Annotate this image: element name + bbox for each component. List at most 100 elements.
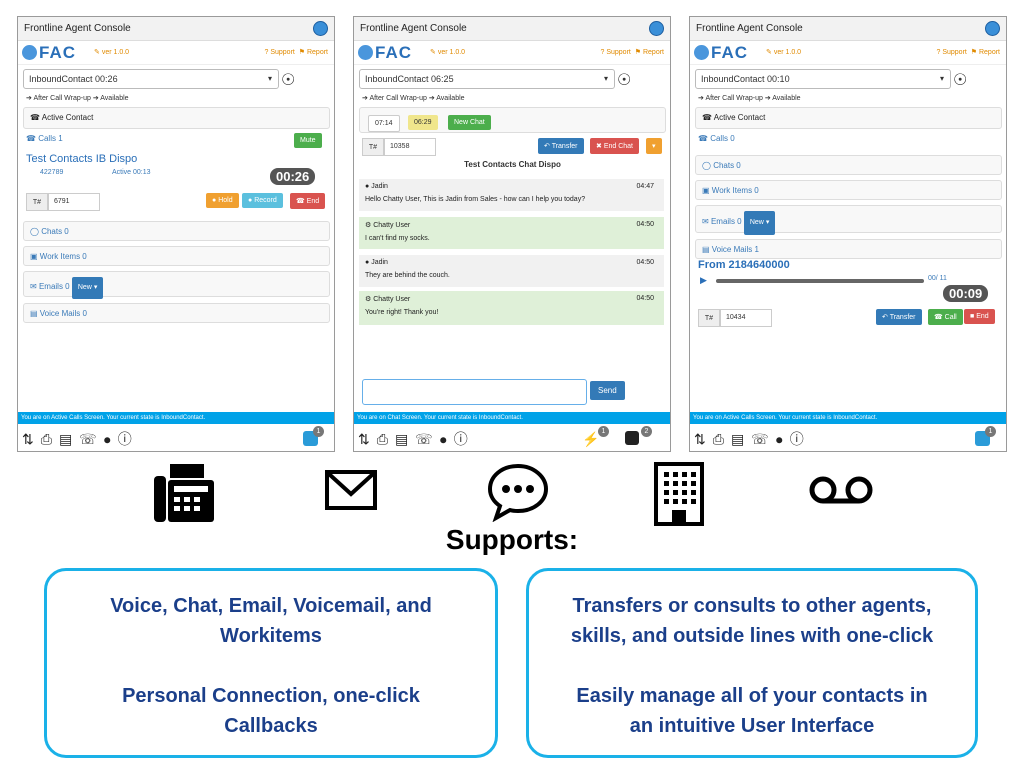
chats-section[interactable]: ◯ Chats 0 bbox=[695, 155, 1002, 175]
fax-icon[interactable]: ⎙ bbox=[41, 431, 52, 447]
contact-card-icon[interactable]: ▤ bbox=[395, 431, 408, 447]
user-icon[interactable]: ☉ bbox=[617, 70, 631, 90]
support-report-links[interactable]: ? Support ⚑ Report bbox=[936, 48, 1000, 56]
state-select[interactable]: InboundContact 00:26 bbox=[23, 69, 279, 89]
contact-name: Test Contacts IB Dispo bbox=[26, 153, 138, 165]
user-icon[interactable]: ☉ bbox=[281, 70, 295, 90]
voicemail-icon bbox=[809, 476, 873, 504]
contact-card-icon[interactable]: ▤ bbox=[731, 431, 744, 447]
active-time: Active 00:13 bbox=[112, 169, 151, 176]
transfer-button[interactable]: ↶ Transfer bbox=[538, 138, 584, 154]
fax-icon bbox=[154, 464, 214, 522]
calls-header[interactable]: ☎ Calls 1 bbox=[26, 134, 63, 143]
footer-toolbar: ⇅ ⎙ ▤ ☏ ⦁ ⓘ bbox=[18, 425, 334, 453]
sort-icon[interactable]: ⇅ bbox=[22, 431, 34, 447]
sort-icon[interactable]: ⇅ bbox=[694, 431, 706, 447]
chat-message: ● Jadin 04:47 Hello Chatty User, This is J… bbox=[359, 179, 664, 211]
t-label: T# bbox=[26, 193, 48, 211]
info-icon[interactable]: ⓘ bbox=[118, 431, 132, 447]
fax-icon[interactable]: ⎙ bbox=[713, 431, 724, 447]
contact-card-icon[interactable]: ▤ bbox=[59, 431, 72, 447]
chat-tab-2[interactable]: 06:29 bbox=[408, 115, 438, 130]
state-options[interactable]: ➔ After Call Wrap-up ➔ Available bbox=[26, 94, 129, 102]
t-label: T# bbox=[362, 138, 384, 156]
notification-badge: 2 bbox=[641, 426, 652, 437]
state-options[interactable]: ➔ After Call Wrap-up ➔ Available bbox=[362, 94, 465, 102]
playback-time: 00/ 11 bbox=[928, 275, 947, 282]
chat-tab-1[interactable]: 07:14 bbox=[368, 115, 400, 132]
globe-icon[interactable] bbox=[313, 21, 328, 36]
t-number-field[interactable]: 10358 bbox=[384, 138, 436, 156]
end-call-button[interactable]: ☎ End bbox=[290, 193, 326, 209]
window-title: Frontline Agent Console bbox=[354, 17, 670, 41]
chat-bubble-icon bbox=[487, 463, 549, 522]
info-icon[interactable]: ⓘ bbox=[790, 431, 804, 447]
voice-mails-section[interactable]: ▤ Voice Mails 1 bbox=[695, 239, 1002, 259]
lightning-icon[interactable]: ⚡ bbox=[582, 431, 599, 448]
calls-header[interactable]: ☎ Calls 0 bbox=[698, 134, 735, 143]
end-chat-button[interactable]: ✖ End Chat bbox=[590, 138, 639, 154]
emails-section[interactable]: ✉ Emails 0 New ▾ bbox=[695, 205, 1002, 235]
title-text: Frontline Agent Console bbox=[24, 23, 131, 34]
feature-box-channels: Voice, Chat, Email, Voicemail, and Workit… bbox=[44, 568, 498, 758]
agent-console-calls-panel: Frontline Agent Console FAC ✎ ver 1.0.0 ? … bbox=[17, 16, 335, 452]
playback-progress[interactable] bbox=[716, 279, 924, 283]
globe-logo-icon bbox=[694, 45, 709, 60]
info-icon[interactable]: ⓘ bbox=[454, 431, 468, 447]
phone-icon[interactable]: ☏ bbox=[79, 431, 97, 447]
voicemail-timer: 00:09 bbox=[943, 285, 989, 302]
phone-icon[interactable]: ☏ bbox=[751, 431, 769, 447]
feature-box-transfers: Transfers or consults to other agents, sk… bbox=[526, 568, 978, 758]
phone-badge-icon[interactable] bbox=[625, 431, 639, 445]
end-button[interactable]: ■ End bbox=[964, 309, 995, 324]
globe-logo-icon bbox=[22, 45, 37, 60]
phone-icon[interactable]: ☏ bbox=[415, 431, 433, 447]
signal-icon[interactable]: ⦁ bbox=[776, 431, 783, 447]
chat-message: ⚙ Chatty User 04:50 You're right! Thank yo… bbox=[359, 291, 664, 325]
agent-console-chat-panel: Frontline Agent Console FAC ✎ ver 1.0.0 ? … bbox=[353, 16, 671, 452]
support-report-links[interactable]: ? Support ⚑ Report bbox=[264, 48, 328, 56]
new-email-button[interactable]: New ▾ bbox=[743, 211, 776, 235]
work-items-section[interactable]: ▣ Work Items 0 bbox=[23, 246, 330, 266]
active-contact-section: ☎ Active Contact bbox=[23, 107, 330, 129]
signal-icon[interactable]: ⦁ bbox=[104, 431, 111, 447]
globe-icon[interactable] bbox=[649, 21, 664, 36]
play-icon[interactable]: ▶ bbox=[700, 275, 707, 286]
agent-console-voicemail-panel: Frontline Agent Console FAC ✎ ver 1.0.0 ? … bbox=[689, 16, 1007, 452]
emails-section[interactable]: ✉ Emails 0 New ▾ bbox=[23, 271, 330, 299]
fax-icon[interactable]: ⎙ bbox=[377, 431, 388, 447]
t-number-field[interactable]: 6791 bbox=[48, 193, 100, 211]
work-items-section[interactable]: ▣ Work Items 0 bbox=[695, 180, 1002, 200]
state-select[interactable]: InboundContact 00:10 bbox=[695, 69, 951, 89]
record-button[interactable]: ● Record bbox=[242, 193, 283, 208]
call-button[interactable]: ☎ Call bbox=[928, 309, 963, 325]
t-label: T# bbox=[698, 309, 720, 327]
globe-logo-icon bbox=[358, 45, 373, 60]
status-bar: You are on Active Calls Screen. Your cur… bbox=[18, 412, 334, 424]
send-button[interactable]: Send bbox=[590, 381, 625, 400]
signal-icon[interactable]: ⦁ bbox=[440, 431, 447, 447]
notification-badge: 1 bbox=[598, 426, 609, 437]
chat-options-button[interactable]: ▾ bbox=[646, 138, 662, 154]
voice-mails-section[interactable]: ▤ Voice Mails 0 bbox=[23, 303, 330, 323]
chat-input[interactable] bbox=[362, 379, 587, 405]
state-options[interactable]: ➔ After Call Wrap-up ➔ Available bbox=[698, 94, 801, 102]
t-number-field[interactable]: 10434 bbox=[720, 309, 772, 327]
support-report-links[interactable]: ? Support ⚑ Report bbox=[600, 48, 664, 56]
chats-section[interactable]: ◯ Chats 0 bbox=[23, 221, 330, 241]
active-contact-section: ☎ Active Contact bbox=[695, 107, 1002, 129]
globe-icon[interactable] bbox=[985, 21, 1000, 36]
building-icon bbox=[654, 462, 704, 526]
state-select[interactable]: InboundContact 06:25 bbox=[359, 69, 615, 89]
chat-message: ⚙ Chatty User 04:50 I can't find my socks. bbox=[359, 217, 664, 249]
user-icon[interactable]: ☉ bbox=[953, 70, 967, 90]
sort-icon[interactable]: ⇅ bbox=[358, 431, 370, 447]
hold-button[interactable]: ● Hold bbox=[206, 193, 239, 208]
transfer-button[interactable]: ↶ Transfer bbox=[876, 309, 922, 325]
new-email-button[interactable]: New ▾ bbox=[71, 277, 104, 299]
new-chat-button[interactable]: New Chat bbox=[448, 115, 491, 130]
window-title: Frontline Agent Console bbox=[18, 17, 334, 41]
supports-heading: Supports: bbox=[445, 524, 579, 555]
mute-button[interactable]: Mute bbox=[294, 133, 322, 148]
footer-toolbar: ⇅ ⎙ ▤ ☏ ⦁ ⓘ bbox=[690, 425, 1006, 453]
